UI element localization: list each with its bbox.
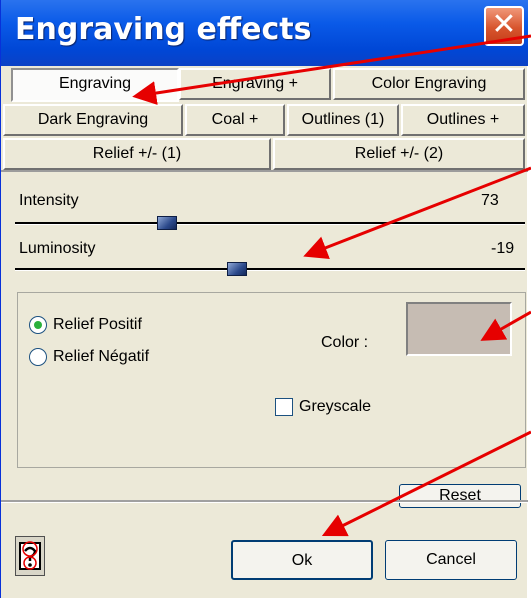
cancel-button[interactable]: Cancel <box>385 540 517 580</box>
title-bar[interactable]: Engraving effects ✕ <box>1 0 528 66</box>
help-icon <box>19 541 41 570</box>
reset-button[interactable]: Reset <box>399 484 521 508</box>
greyscale-checkbox[interactable] <box>275 398 293 416</box>
relief-negatif-label[interactable]: Relief Négatif <box>53 348 149 366</box>
tab-engraving[interactable]: Engraving <box>11 68 179 102</box>
engraving-effects-dialog: Engraving effects ✕ Engraving Engraving … <box>0 0 528 598</box>
relief-negatif-radio[interactable] <box>29 348 47 366</box>
close-icon: ✕ <box>491 7 517 42</box>
tab-engraving-plus[interactable]: Engraving + <box>179 68 331 100</box>
color-swatch-button[interactable] <box>406 302 512 356</box>
tab-coal-plus[interactable]: Coal + <box>185 104 285 136</box>
intensity-slider-thumb[interactable] <box>157 216 177 230</box>
intensity-value: 73 <box>481 192 499 209</box>
window-title: Engraving effects <box>15 12 312 47</box>
relief-positif-label[interactable]: Relief Positif <box>53 316 142 334</box>
bottom-separator <box>1 500 528 503</box>
luminosity-label: Luminosity <box>19 240 96 257</box>
greyscale-label[interactable]: Greyscale <box>299 398 371 416</box>
ok-button[interactable]: Ok <box>231 540 373 580</box>
tab-color-engraving[interactable]: Color Engraving <box>333 68 525 100</box>
radio-selected-dot <box>34 321 42 329</box>
tab-outlines-plus[interactable]: Outlines + <box>401 104 525 136</box>
intensity-track[interactable] <box>15 222 525 225</box>
relief-positif-radio[interactable] <box>29 316 47 334</box>
tab-relief-1[interactable]: Relief +/- (1) <box>3 138 271 170</box>
luminosity-track[interactable] <box>15 268 525 271</box>
intensity-label: Intensity <box>19 192 79 209</box>
color-label: Color : <box>321 334 369 351</box>
help-button[interactable] <box>15 536 45 576</box>
tab-panel-edge <box>1 170 528 172</box>
luminosity-value: -19 <box>491 240 515 257</box>
tab-outlines-1[interactable]: Outlines (1) <box>287 104 399 136</box>
tab-relief-2[interactable]: Relief +/- (2) <box>273 138 525 170</box>
tab-dark-engraving[interactable]: Dark Engraving <box>3 104 183 136</box>
luminosity-slider-thumb[interactable] <box>227 262 247 276</box>
close-button[interactable]: ✕ <box>484 6 524 46</box>
